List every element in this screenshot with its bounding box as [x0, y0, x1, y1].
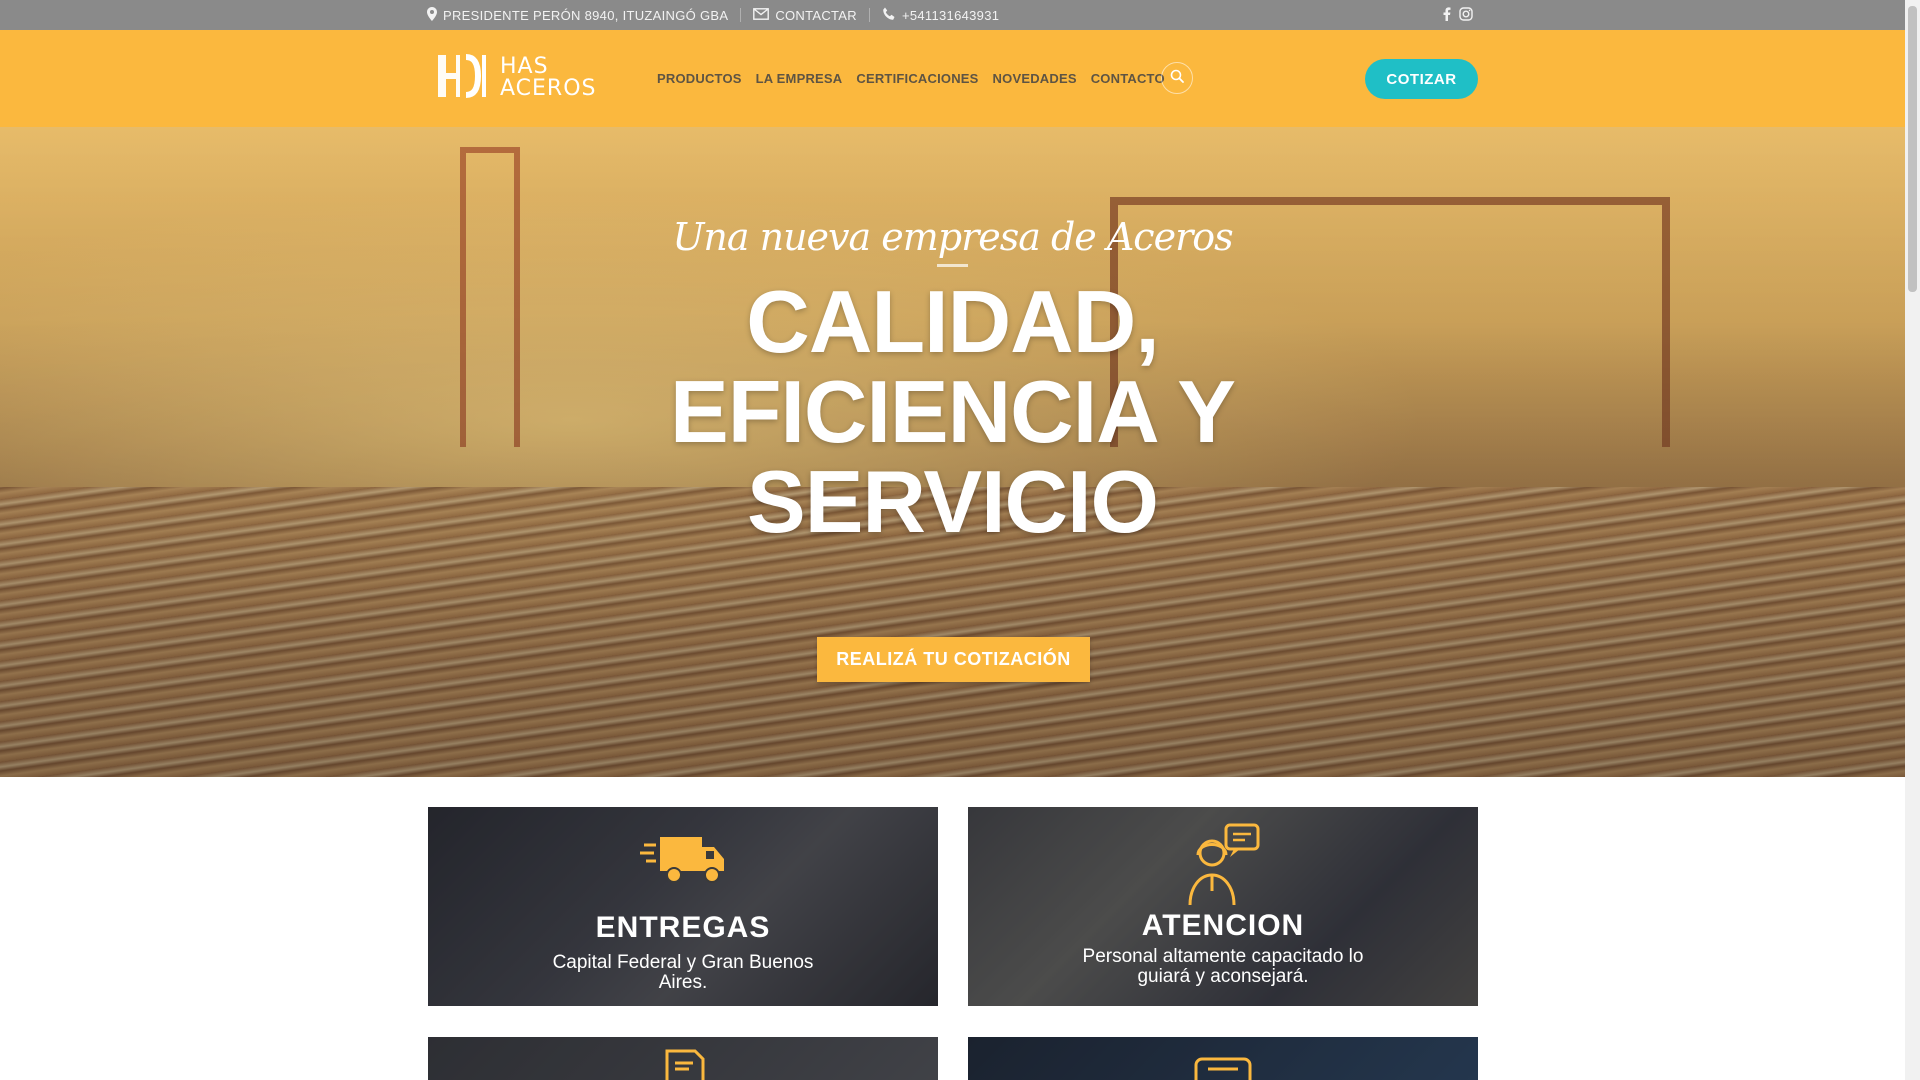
address-item[interactable]: PRESIDENTE PERÓN 8940, ITUZAINGÓ GBA [427, 6, 729, 24]
main-nav: PRODUCTOS LA EMPRESA CERTIFICACIONES NOV… [657, 30, 1165, 127]
feature-title: ATENCION [1141, 909, 1305, 942]
page-scrollbar[interactable] [1905, 0, 1920, 1080]
logo-text: HAS ACEROS [500, 56, 597, 100]
divider [740, 8, 742, 22]
hero-divider [937, 264, 968, 267]
instagram-icon[interactable] [1459, 6, 1473, 24]
search-button[interactable] [1161, 62, 1193, 94]
feature-box-entregas[interactable]: ENTREGAS Capital Federal y Gran Buenos A… [428, 807, 938, 1006]
quote-button[interactable]: REALIZÁ TU COTIZACIÓN [817, 637, 1090, 682]
location-pin-icon [427, 6, 437, 24]
hero-subtitle: Una nueva empresa de Aceros [672, 215, 1233, 259]
contact-link[interactable]: CONTACTAR [753, 8, 857, 23]
nav-item-novedades[interactable]: NOVEDADES [993, 71, 1077, 86]
social-links [1443, 0, 1473, 30]
logo[interactable]: HAS ACEROS [434, 52, 596, 104]
nav-item-certificaciones[interactable]: CERTIFICACIONES [856, 71, 978, 86]
facebook-icon[interactable] [1443, 6, 1451, 24]
search-icon [1170, 69, 1184, 88]
hero-title-line3: SERVICIO [747, 452, 1159, 551]
hero-title-line2: EFICIENCIA Y [670, 362, 1236, 461]
nav-item-contacto[interactable]: CONTACTO [1091, 71, 1165, 86]
phone-link[interactable]: +541131643931 [882, 7, 999, 24]
cotizar-button[interactable]: COTIZAR [1365, 59, 1478, 99]
document-icon [428, 1049, 938, 1080]
feature-box-atencion[interactable]: ATENCION Personal altamente capacitado l… [968, 807, 1478, 1006]
phone-text: +541131643931 [901, 7, 1000, 23]
nav-item-productos[interactable]: PRODUCTOS [657, 71, 742, 86]
feature-box-4[interactable] [968, 1037, 1478, 1080]
logo-mark-icon [434, 51, 490, 106]
phone-icon [882, 7, 896, 24]
nav-item-la-empresa[interactable]: LA EMPRESA [756, 71, 843, 86]
top-bar-info: PRESIDENTE PERÓN 8940, ITUZAINGÓ GBA CON… [427, 0, 999, 30]
feature-text: Personal altamente capacitado lo guiará … [1082, 946, 1364, 987]
contact-text: CONTACTAR [775, 7, 857, 23]
message-icon [968, 1051, 1478, 1080]
address-text: PRESIDENTE PERÓN 8940, ITUZAINGÓ GBA [443, 7, 729, 23]
feature-box-3[interactable] [428, 1037, 938, 1080]
top-bar: PRESIDENTE PERÓN 8940, ITUZAINGÓ GBA CON… [0, 0, 1905, 30]
feature-title: ENTREGAS [595, 911, 771, 944]
envelope-icon [753, 7, 770, 23]
truck-icon [428, 833, 938, 889]
logo-text-line2: ACEROS [500, 76, 597, 101]
support-agent-icon [968, 823, 1478, 907]
site-header: HAS ACEROS PRODUCTOS LA EMPRESA CERTIFIC… [0, 30, 1905, 127]
feature-text: Capital Federal y Gran Buenos Aires. [552, 952, 814, 993]
logo-text-line1: HAS [500, 54, 549, 79]
divider [868, 8, 870, 22]
hero-title-line1: CALIDAD, [746, 272, 1159, 371]
hero-banner: Una nueva empresa de Aceros CALIDAD, EFI… [0, 127, 1905, 777]
hero-title: CALIDAD, EFICIENCIA Y SERVICIO [0, 277, 1905, 547]
scrollbar-thumb[interactable] [1908, 6, 1917, 292]
